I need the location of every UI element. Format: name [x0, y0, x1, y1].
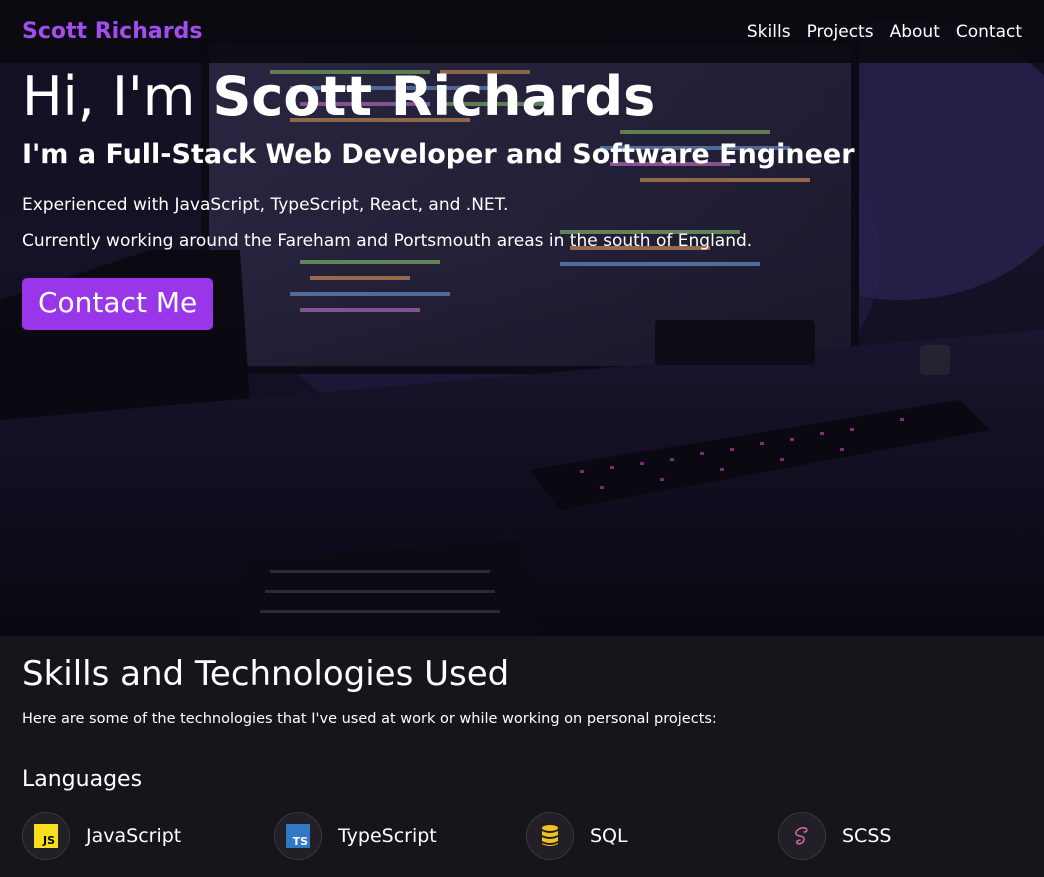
- contact-me-button[interactable]: Contact Me: [22, 278, 214, 330]
- skill-item-typescript: TS TypeScript: [274, 812, 437, 860]
- skill-name-scss: SCSS: [842, 825, 892, 847]
- hero-sub-middle: and: [496, 139, 573, 170]
- languages-heading: Languages: [22, 767, 143, 792]
- hero-experience-text: Experienced with JavaScript, TypeScript,…: [22, 195, 509, 215]
- skill-item-javascript: JS JavaScript: [22, 812, 181, 860]
- hero-title-prefix: Hi, I'm: [22, 65, 213, 128]
- hero-title-name: Scott Richards: [212, 65, 656, 128]
- skill-name-javascript: JavaScript: [86, 825, 182, 847]
- hero-sub-prefix: I'm a: [22, 139, 106, 170]
- nav-link-projects[interactable]: Projects: [807, 22, 874, 42]
- skill-name-typescript: TypeScript: [338, 825, 437, 847]
- javascript-icon: JS: [22, 812, 70, 860]
- hero-location-text: Currently working around the Fareham and…: [22, 231, 753, 251]
- hero-role-fullstack: Full-Stack Web Developer: [105, 139, 497, 170]
- database-icon: [526, 812, 574, 860]
- brand-logo-link[interactable]: Scott Richards: [22, 19, 202, 44]
- skills-intro: Here are some of the technologies that I…: [22, 711, 717, 727]
- nav-link-skills[interactable]: Skills: [747, 22, 791, 42]
- hero-section: Hi, I'm Scott Richards I'm a Full-Stack …: [0, 0, 1044, 636]
- hero-content: Hi, I'm Scott Richards I'm a Full-Stack …: [22, 66, 855, 330]
- hero-role-engineer: Software Engineer: [572, 139, 855, 170]
- nav-link-contact[interactable]: Contact: [956, 22, 1022, 42]
- skill-item-scss: SCSS: [778, 812, 891, 860]
- hero-subtitle: I'm a Full-Stack Web Developer and Softw…: [22, 138, 855, 172]
- skills-section: Skills and Technologies Used Here are so…: [0, 636, 1044, 877]
- nav-links: Skills Projects About Contact: [747, 22, 1022, 42]
- skill-name-sql: SQL: [590, 825, 628, 847]
- nav-link-about[interactable]: About: [890, 22, 940, 42]
- hero-title: Hi, I'm Scott Richards: [22, 66, 855, 128]
- skill-item-sql: SQL: [526, 812, 628, 860]
- navbar: Scott Richards Skills Projects About Con…: [0, 0, 1044, 63]
- typescript-icon: TS: [274, 812, 322, 860]
- sass-icon: [778, 812, 826, 860]
- skills-title: Skills and Technologies Used: [22, 654, 510, 694]
- svg-text:TS: TS: [293, 835, 309, 848]
- svg-text:JS: JS: [42, 834, 55, 847]
